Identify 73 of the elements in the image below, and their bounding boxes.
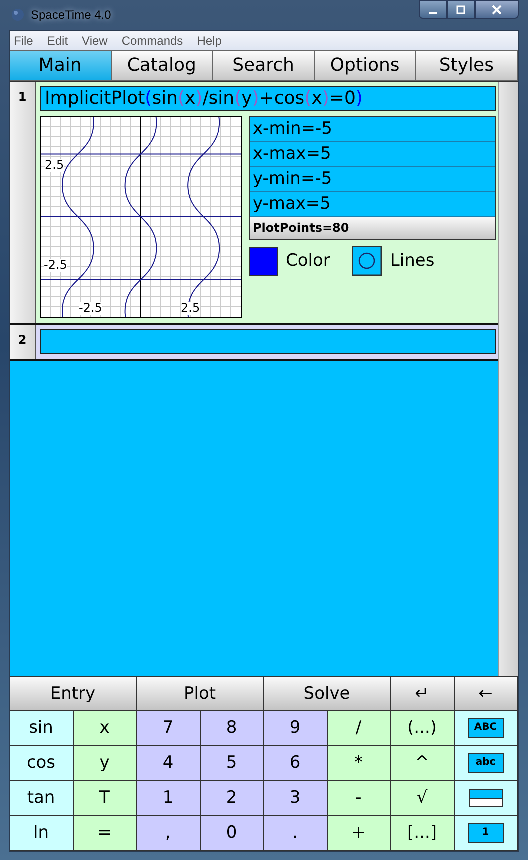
key[interactable]: 6: [264, 746, 328, 781]
key[interactable]: y: [74, 746, 137, 781]
menu-item[interactable]: Edit: [47, 34, 68, 48]
row-number: 1: [18, 89, 27, 106]
fraction-key[interactable]: [454, 781, 518, 816]
key[interactable]: x: [74, 711, 137, 746]
row-number: 2: [18, 332, 27, 349]
key[interactable]: ^: [391, 746, 454, 781]
key[interactable]: Plot: [137, 677, 264, 711]
key[interactable]: 5: [200, 746, 264, 781]
maximize-button[interactable]: [447, 0, 475, 19]
key[interactable]: tan: [10, 781, 74, 816]
key[interactable]: sin: [10, 711, 74, 746]
key[interactable]: +: [328, 816, 391, 851]
menu-item[interactable]: File: [14, 34, 34, 48]
minimize-icon: [429, 12, 437, 14]
expression-field[interactable]: ImplicitPlot(sin(x)/sin(y)+cos(x)=0): [40, 86, 496, 111]
key[interactable]: ↵: [391, 677, 454, 711]
tab[interactable]: Search: [213, 50, 315, 81]
key[interactable]: ABC: [454, 711, 518, 746]
close-button[interactable]: [475, 0, 519, 19]
key[interactable]: .: [264, 816, 328, 851]
axis-tick-label: 2.5: [181, 302, 200, 315]
key[interactable]: 4: [137, 746, 200, 781]
key[interactable]: √: [391, 781, 454, 816]
expression-field[interactable]: [40, 329, 496, 354]
minimize-button[interactable]: [419, 0, 447, 19]
key[interactable]: cos: [10, 746, 74, 781]
app-icon: [11, 8, 25, 22]
fraction-icon: [468, 789, 503, 807]
tab[interactable]: Styles: [416, 50, 518, 81]
key[interactable]: ←: [454, 677, 518, 711]
setting-field[interactable]: x-min=-5: [250, 117, 495, 142]
setting-field[interactable]: x-max=5: [250, 142, 495, 167]
axis-tick-label: 2.5: [45, 159, 64, 172]
menu-item[interactable]: Help: [197, 34, 222, 48]
setting-field[interactable]: y-min=-5: [250, 167, 495, 192]
key[interactable]: (...): [391, 711, 454, 746]
tab[interactable]: Main: [10, 50, 112, 81]
color-swatch[interactable]: [249, 246, 278, 276]
menu-item[interactable]: Commands: [122, 34, 184, 48]
key[interactable]: Solve: [264, 677, 391, 711]
key[interactable]: =: [74, 816, 137, 851]
axis-tick-label: -2.5: [79, 302, 102, 315]
tab[interactable]: Options: [314, 50, 416, 81]
key[interactable]: *: [328, 746, 391, 781]
key[interactable]: 0: [200, 816, 264, 851]
menu-item[interactable]: View: [82, 34, 108, 48]
axis-tick-label: -2.5: [44, 259, 68, 272]
key[interactable]: [...]: [391, 816, 454, 851]
key[interactable]: ,: [137, 816, 200, 851]
scrollbar[interactable]: [498, 82, 518, 676]
maximize-icon: [456, 4, 466, 14]
key[interactable]: 7: [137, 711, 200, 746]
close-icon: [492, 4, 502, 14]
key[interactable]: 9: [264, 711, 328, 746]
key[interactable]: -: [328, 781, 391, 816]
key[interactable]: Entry: [10, 677, 137, 711]
key[interactable]: ln: [10, 816, 74, 851]
key[interactable]: 1: [137, 781, 200, 816]
key[interactable]: 8: [200, 711, 264, 746]
key[interactable]: 2: [200, 781, 264, 816]
window-title: SpaceTime 4.0: [31, 8, 112, 22]
key[interactable]: 3: [264, 781, 328, 816]
color-label: Color: [286, 251, 330, 271]
tab[interactable]: Catalog: [112, 50, 214, 81]
setting-field[interactable]: y-max=5: [250, 192, 495, 217]
plot-points-button[interactable]: PlotPoints=80: [250, 217, 495, 239]
key[interactable]: T: [74, 781, 137, 816]
key[interactable]: abc: [454, 746, 518, 781]
key[interactable]: /: [328, 711, 391, 746]
lines-label: Lines: [390, 251, 435, 271]
key[interactable]: 1: [454, 816, 518, 851]
